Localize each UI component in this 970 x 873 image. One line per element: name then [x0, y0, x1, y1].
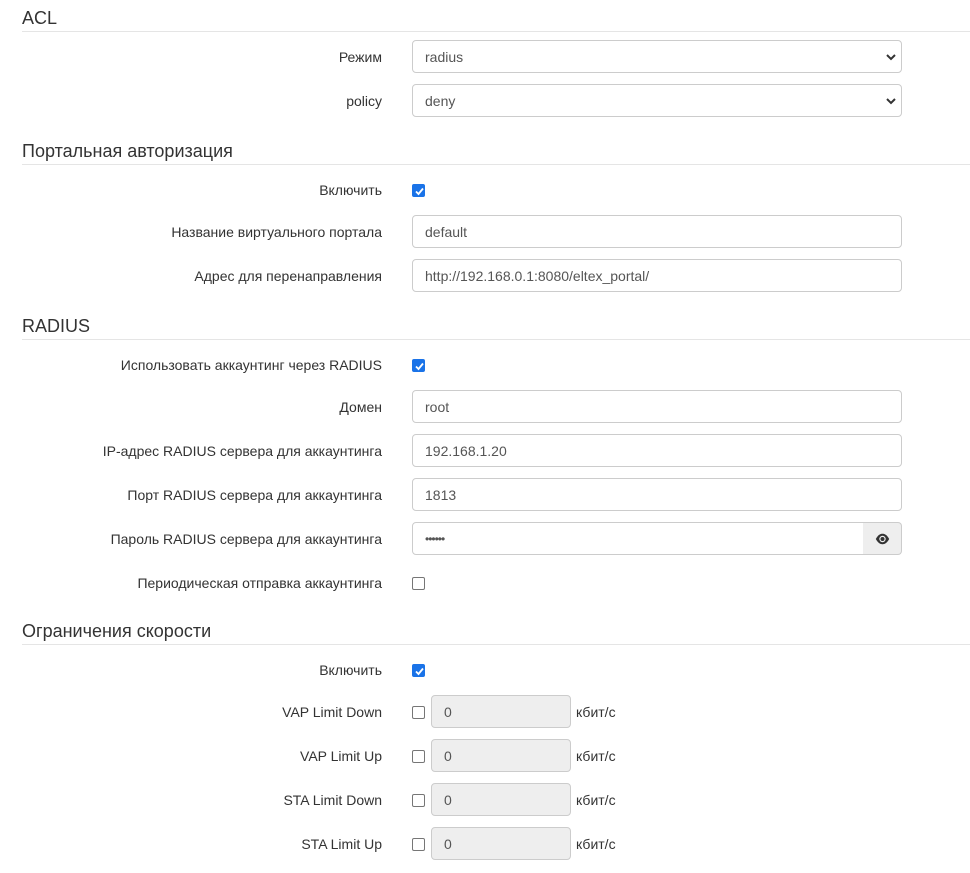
sta-limit-up-label: STA Limit Up: [301, 836, 382, 852]
sta-limit-down-input[interactable]: 0: [431, 783, 571, 816]
periodic-accounting-checkbox[interactable]: [412, 577, 425, 590]
checkmark-icon: [415, 187, 424, 196]
radius-password-input[interactable]: ••••••: [412, 522, 864, 555]
radius-port-value: 1813: [425, 487, 457, 503]
chevron-down-icon: [886, 98, 896, 105]
vap-limit-down-input[interactable]: 0: [431, 695, 571, 728]
checkmark-icon: [415, 667, 424, 676]
domain-input[interactable]: root: [412, 390, 902, 423]
radius-password-value: ••••••: [425, 532, 445, 546]
speed-enable-checkbox[interactable]: [412, 664, 425, 677]
mode-select[interactable]: radius: [412, 40, 902, 73]
redirect-url-value: http://192.168.0.1:8080/eltex_portal/: [425, 268, 650, 284]
vap-limit-down-checkbox[interactable]: [412, 706, 425, 719]
policy-label: policy: [346, 93, 382, 109]
section-divider: [22, 644, 970, 645]
redirect-url-input[interactable]: http://192.168.0.1:8080/eltex_portal/: [412, 259, 902, 292]
section-title-speed-limits: Ограничения скорости: [22, 621, 212, 641]
unit-label: кбит/с: [576, 792, 616, 808]
sta-limit-up-checkbox[interactable]: [412, 838, 425, 851]
radius-ip-label: IP-адрес RADIUS сервера для аккаунтинга: [102, 443, 382, 459]
unit-label: кбит/с: [576, 704, 616, 720]
vap-limit-down-value: 0: [444, 704, 452, 720]
vap-limit-up-checkbox[interactable]: [412, 750, 425, 763]
section-title-portal: Портальная авторизация: [22, 141, 233, 161]
section-divider: [22, 164, 970, 165]
checkmark-icon: [415, 362, 424, 371]
section-divider: [22, 339, 970, 340]
sta-limit-down-checkbox[interactable]: [412, 794, 425, 807]
chevron-down-icon: [886, 54, 896, 61]
policy-select-value: deny: [425, 93, 456, 109]
radius-password-label: Пароль RADIUS сервера для аккаунтинга: [110, 531, 382, 547]
radius-ip-input[interactable]: 192.168.1.20: [412, 434, 902, 467]
radius-ip-value: 192.168.1.20: [425, 443, 507, 459]
policy-select[interactable]: deny: [412, 84, 902, 117]
unit-label: кбит/с: [576, 748, 616, 764]
show-password-button[interactable]: [863, 522, 902, 555]
radius-port-label: Порт RADIUS сервера для аккаунтинга: [127, 487, 382, 503]
sta-limit-up-input[interactable]: 0: [431, 827, 571, 860]
sta-limit-down-label: STA Limit Down: [283, 792, 382, 808]
domain-value: root: [425, 399, 450, 415]
sta-limit-up-value: 0: [444, 836, 452, 852]
redirect-url-label: Адрес для перенаправления: [194, 268, 382, 284]
mode-select-value: radius: [425, 49, 464, 65]
section-title-radius: RADIUS: [22, 316, 91, 336]
section-title-acl: ACL: [22, 8, 58, 28]
radius-port-input[interactable]: 1813: [412, 478, 902, 511]
radius-accounting-checkbox[interactable]: [412, 359, 425, 372]
periodic-accounting-label: Периодическая отправка аккаунтинга: [137, 575, 382, 591]
vap-limit-up-label: VAP Limit Up: [300, 748, 382, 764]
eye-icon: [875, 533, 890, 545]
portal-enable-label: Включить: [319, 182, 382, 198]
portal-name-label: Название виртуального портала: [171, 224, 382, 240]
unit-label: кбит/с: [576, 836, 616, 852]
domain-label: Домен: [339, 399, 382, 415]
portal-name-input[interactable]: default: [412, 215, 902, 248]
portal-name-value: default: [425, 224, 468, 240]
section-divider: [22, 31, 970, 32]
vap-limit-up-value: 0: [444, 748, 452, 764]
vap-limit-down-label: VAP Limit Down: [282, 704, 382, 720]
vap-limit-up-input[interactable]: 0: [431, 739, 571, 772]
speed-enable-label: Включить: [319, 662, 382, 678]
mode-label: Режим: [338, 49, 382, 65]
portal-enable-checkbox[interactable]: [412, 184, 425, 197]
sta-limit-down-value: 0: [444, 792, 452, 808]
radius-accounting-label: Использовать аккаунтинг через RADIUS: [120, 357, 382, 373]
